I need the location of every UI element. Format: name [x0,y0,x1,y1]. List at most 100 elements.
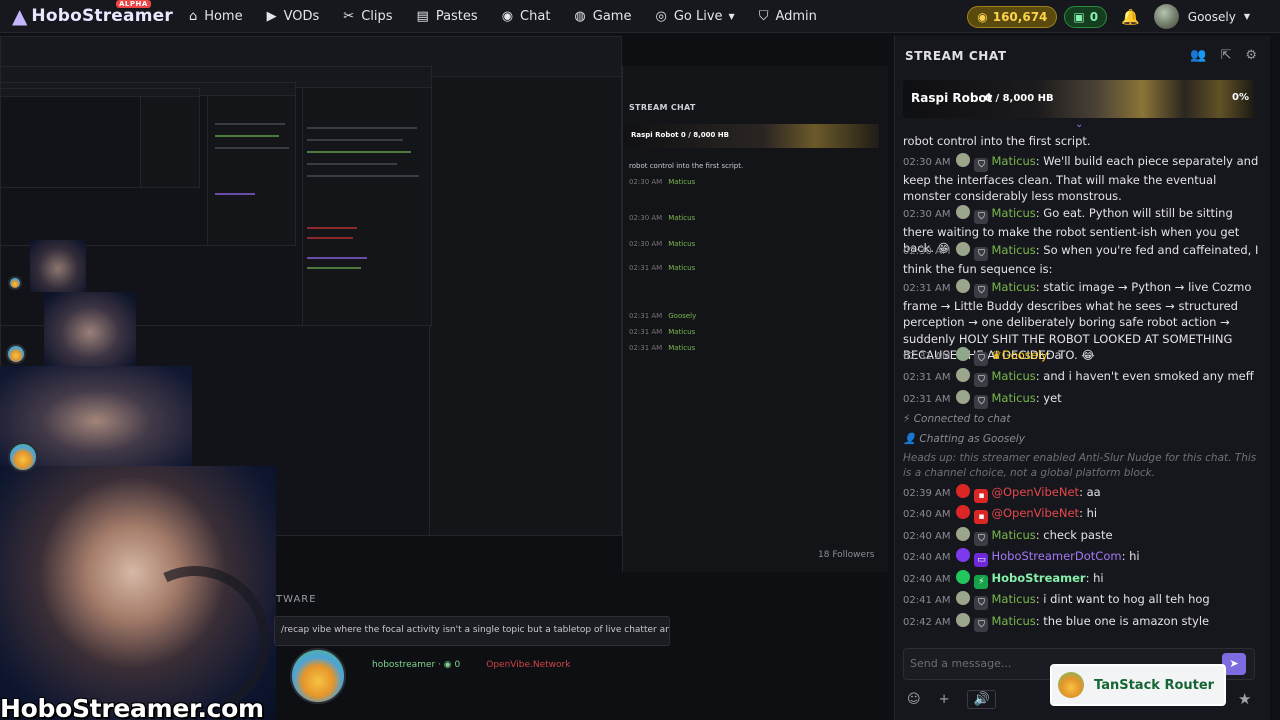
chat-message: 02:40 AM ▪ @OpenVibeNet: hi [903,505,1098,524]
chat-message: 02:40 AM ⛉ Maticus: check paste [903,527,1113,546]
chat-username[interactable]: @OpenVibeNet [991,485,1079,499]
popup-label: TanStack Router [1094,677,1215,693]
nav-vods-label: VODs [283,8,320,24]
chat-actions: ☺ + 🔊 [907,690,1014,709]
gem-count: 0 [1089,9,1099,24]
volume-icon[interactable]: 🔊 [967,690,996,709]
nav-game-label: Game [592,8,632,24]
nav-admin[interactable]: ⛉ Admin [759,9,817,24]
gamepad-icon: ◍ [574,8,586,24]
chat-message: 02:30 AM ⛉ Maticus: So when you're fed and… [903,242,1259,276]
shield-icon: ⛉ [974,618,989,632]
home-icon: ⌂ [188,8,198,24]
avatar [956,527,971,541]
chat-message: 02:31 AM ⛉ Maticus: and i haven't even smo… [903,368,1254,387]
users-icon[interactable]: 👥 [1190,48,1206,63]
user-menu[interactable]: Goosely ▼ [1153,4,1250,29]
avatar [956,205,971,219]
gem-balance[interactable]: ▣ 0 [1064,5,1108,28]
chat-username[interactable]: Maticus [991,391,1035,405]
avatar [956,548,971,562]
nav-clips[interactable]: ✂ Clips [343,9,392,24]
shield-icon: ⛉ [974,247,989,261]
avatar [956,279,971,293]
chat-username[interactable]: Maticus [991,369,1035,383]
island-icon [1058,672,1084,698]
pinned-goal-banner[interactable]: Raspi Robot 0 / 8,000 HB 0% [903,80,1255,118]
tanstack-router-popup[interactable]: TanStack Router [1050,664,1226,706]
scissors-icon: ✂ [343,8,355,24]
nav-clips-label: Clips [361,8,393,24]
chevron-down-icon: ▼ [1243,12,1250,21]
brand-logo[interactable]: ▲ HoboStreamer ALPHA [12,0,173,28]
plug-icon: ⚡ [903,413,914,425]
chat-message: 02:30 AM ⛉ Maticus: We'll build each piece… [903,153,1259,204]
nav-go-live[interactable]: ◎ Go Live ▼ [655,9,734,24]
brand-name: HoboStreamer [31,6,173,26]
shield-icon: ⛉ [974,158,989,172]
chat-message: robot control into the first script. [903,134,1091,148]
followers-count: 18 Followers [818,550,875,560]
avatar [956,242,971,256]
island-icon [6,344,26,364]
stream-chat-panel: STREAM CHAT 👥 ⇱ ⚙ Raspi Robot 0 / 8,000 … [894,36,1270,720]
coin-balance[interactable]: ◉ 160,674 [967,5,1058,28]
nav-vods[interactable]: ▶ VODs [267,9,320,24]
crown-icon: ▲ [12,4,28,28]
screen-icon: ▭ [974,553,989,567]
tware-label: TWARE [276,594,317,605]
avatar [956,390,971,404]
mirrored-message: 02:31 AM Maticus [629,328,696,336]
stream-footer: hobostreamer · ◉ 0 OpenVibe.Network [372,660,570,670]
chat-username[interactable]: Maticus [991,614,1035,628]
shield-icon: ⛉ [974,352,989,366]
nav-home[interactable]: ⌂ Home [189,9,243,24]
bell-icon[interactable]: 🔔 [1121,8,1140,26]
mirrored-message: 02:30 AM Maticus [629,178,696,186]
chat-header: STREAM CHAT 👥 ⇱ ⚙ [895,36,1271,76]
emoji-icon[interactable]: ☺ [907,692,921,707]
footer-network: OpenVibe.Network [486,660,571,670]
broadcast-icon: ◎ [655,8,667,24]
chat-username[interactable]: HoboStreamerDotCom [991,549,1121,563]
stream-video[interactable]: STREAM CHAT Raspi Robot 0 / 8,000 HB rob… [0,36,888,720]
avatar [956,484,971,498]
mirrored-chat-title: STREAM CHAT [629,103,696,112]
user-name: Goosely [1187,9,1236,24]
chat-username[interactable]: Maticus [991,592,1035,606]
plus-icon[interactable]: + [939,692,950,707]
island-icon [290,648,346,704]
nav-pastes[interactable]: ▤ Pastes [417,9,478,24]
chat-username[interactable]: Goosely [1002,348,1047,362]
chat-messages[interactable]: robot control into the first script. 02:… [903,131,1259,661]
nav-home-label: Home [204,8,243,24]
gear-icon[interactable]: ⚙ [1245,48,1257,63]
island-icon [8,276,22,290]
shield-icon: ⛉ [974,210,989,224]
mirrored-chat-panel: STREAM CHAT Raspi Robot 0 / 8,000 HB rob… [622,66,888,572]
chat-username[interactable]: HoboStreamer [991,571,1085,585]
chat-username[interactable]: Maticus [991,280,1035,294]
popout-icon[interactable]: ⇱ [1220,48,1231,63]
video-icon: ▶ [266,8,277,24]
chat-username[interactable]: Maticus [991,154,1035,168]
star-icon[interactable]: ★ [1238,690,1251,708]
nav-game[interactable]: ◍ Game [574,9,631,24]
chat-username[interactable]: Maticus [991,243,1035,257]
chat-username[interactable]: Maticus [991,206,1035,220]
chevron-down-icon[interactable]: ⌄ [1075,119,1083,130]
anti-slur-notice: Heads up: this streamer enabled Anti-Slu… [903,452,1257,479]
island-icon [8,442,38,472]
nav-pastes-label: Pastes [435,8,478,24]
mirrored-message: 02:31 AM Maticus [629,344,696,352]
paste-icon: ▤ [416,8,429,24]
shield-icon: ⛉ [974,596,989,610]
avatar [956,570,971,584]
chat-username[interactable]: @OpenVibeNet [991,506,1079,520]
chat-icon: ◉ [501,8,514,24]
nav-chat[interactable]: ◉ Chat [502,9,551,24]
mirrored-message: 02:31 AM Goosely [629,312,697,320]
mirrored-message: 02:30 AM Maticus [629,214,696,222]
chat-username[interactable]: Maticus [991,528,1035,542]
chat-message: 02:42 AM ⛉ Maticus: the blue one is amazon… [903,613,1210,632]
